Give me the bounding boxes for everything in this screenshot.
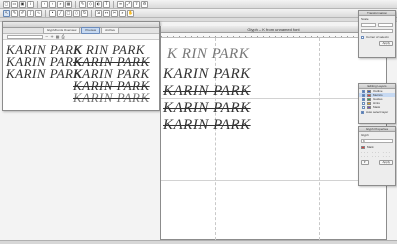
glyph-specimen-partial: K RIN PARK [167, 46, 250, 62]
preview-specimen-area: KARIN PARK KARIN PARK KARIN PARK K RIN P… [3, 40, 159, 111]
mark-color-swatch[interactable] [361, 145, 365, 149]
layer-label: Mask [373, 105, 381, 109]
status-bar [0, 240, 397, 244]
editing-layers-panel: Editing Layers Outline Metrics Guides Hints… [358, 83, 396, 124]
save-icon[interactable]: ▣ [19, 0, 26, 8]
layer-color-swatch [367, 93, 371, 97]
layer-icon[interactable]: ≡ [117, 0, 124, 8]
glyph-specimen-struck-line: KARIN PARK [163, 100, 251, 116]
info-icon[interactable]: i [27, 0, 34, 8]
brush-icon[interactable]: ∫ [27, 9, 34, 17]
tools-toolbar: ↖ ✎ ✐ ∫ ∿ • ╱ □ ○ ↻ ⇲ ↔ ✂ ⌕ ✋ [0, 9, 397, 18]
corner-checkbox[interactable] [361, 35, 364, 39]
back-icon[interactable]: ‹ [41, 0, 48, 8]
scale-percent-field[interactable] [361, 29, 393, 33]
layer-visibility-checkbox[interactable] [362, 101, 365, 105]
tab-archive[interactable]: Archive [101, 27, 120, 34]
layer-list: Outline Metrics Guides Hints Mask [359, 89, 395, 109]
settings-icon[interactable]: ⚙ [141, 0, 148, 8]
scale-label: Scale [361, 17, 369, 21]
scale-icon[interactable]: ⇲ [95, 9, 102, 17]
layer-color-swatch [367, 97, 371, 101]
glyph-specimen-line: KARIN PARK [163, 66, 251, 82]
layer-color-swatch [367, 89, 371, 93]
toolbar-separator [37, 0, 38, 8]
specimen-line: KARIN PARK [6, 66, 83, 81]
zoom-icon[interactable]: ⌕ [57, 0, 64, 8]
print-icon[interactable]: ⎙ [62, 34, 65, 39]
scale-y-field[interactable] [378, 23, 393, 27]
grid-icon[interactable]: ▦ [65, 0, 72, 8]
properties-menu-button[interactable]: ▾ [361, 159, 369, 165]
forward-icon[interactable]: › [49, 0, 56, 8]
shape-icon[interactable]: ◇ [87, 0, 94, 8]
workspace-canvas: Glyph/Fonts Overview Preview Archive − +… [0, 18, 397, 240]
vertical-guide [319, 38, 320, 240]
new-file-icon[interactable]: ▢ [3, 0, 10, 8]
glyph-specimen-struck-line: KARIN PARK [163, 117, 251, 133]
zoom-out-icon[interactable]: − [45, 34, 48, 39]
main-toolbar: ▢ ▭ ▣ i ‹ › ⌕ ▦ ✎ ◇ ◐ T ≡ ⤢ ⇪ ⚙ [0, 0, 397, 9]
baseline-guide [161, 180, 388, 181]
pen-icon[interactable]: ✎ [11, 9, 18, 17]
line-icon[interactable]: ╱ [57, 9, 64, 17]
auto-select-checkbox[interactable] [361, 110, 364, 114]
glyph-properties-panel: Glyph Properties Glyph K Mark · · · · · ·… [358, 126, 396, 186]
transformation-panel: Transformation Scale Corner of selectn A… [358, 10, 396, 58]
transformation-apply-button[interactable]: Apply [379, 40, 393, 46]
curve-icon[interactable]: ∿ [35, 9, 42, 17]
auto-select-label: Auto select layer [366, 110, 389, 114]
layer-color-swatch [367, 101, 371, 105]
layer-visibility-checkbox[interactable] [362, 93, 365, 97]
zoom-icon[interactable]: ⌕ [119, 9, 126, 17]
tab-preview[interactable]: Preview [81, 27, 101, 34]
glyph-canvas[interactable]: K RIN PARK KARIN PARK KARIN PARK KARIN P… [161, 38, 388, 240]
preview-text-field[interactable] [7, 34, 43, 39]
glyph-specimen-struck-line: KARIN PARK [163, 83, 251, 99]
glyph-metrics-grid: · · · · · · · · · · · · · · · · · · [361, 151, 390, 158]
font-preview-window: Glyph/Fonts Overview Preview Archive − +… [2, 21, 160, 111]
rectangle-icon[interactable]: □ [65, 9, 72, 17]
node-icon[interactable]: • [49, 9, 56, 17]
glyph-edit-window: Glyph – K from unnamed font K RIN PARK K… [160, 26, 388, 240]
mark-label: Mark [367, 145, 374, 149]
pencil-icon[interactable]: ✐ [19, 9, 26, 17]
glyph-window-title: Glyph – K from unnamed font [161, 26, 386, 33]
hand-icon[interactable]: ✋ [127, 9, 134, 17]
properties-apply-button[interactable]: Apply [379, 159, 393, 165]
layer-visibility-checkbox[interactable] [362, 97, 365, 101]
corner-of-selection-label: Corner of selectn [366, 35, 389, 39]
toolbar-separator [113, 0, 114, 8]
export-icon[interactable]: ⇪ [133, 0, 140, 8]
scale-x-field[interactable] [361, 23, 376, 27]
toolbar-separator [75, 0, 76, 8]
toolbar-separator [45, 9, 46, 17]
specimen-struck-line: KARIN PARK [73, 90, 150, 105]
glyph-name-label: Glyph [361, 133, 369, 137]
layer-visibility-checkbox[interactable] [362, 89, 365, 93]
fill-icon[interactable]: ◐ [95, 0, 102, 8]
toolbar-separator [91, 9, 92, 17]
zoom-in-icon[interactable]: + [50, 34, 53, 39]
layer-color-swatch [367, 105, 371, 109]
knife-icon[interactable]: ✂ [111, 9, 118, 17]
text-icon[interactable]: T [103, 0, 110, 8]
layer-visibility-checkbox[interactable] [362, 105, 365, 109]
measure-icon[interactable]: ↔ [103, 9, 110, 17]
pointer-icon[interactable]: ↖ [3, 9, 10, 17]
tab-glyph-fonts-overview[interactable]: Glyph/Fonts Overview [42, 27, 81, 34]
pen-icon[interactable]: ✎ [79, 0, 86, 8]
transform-icon[interactable]: ⤢ [125, 0, 132, 8]
glyph-name-field[interactable]: K [361, 139, 393, 143]
open-file-icon[interactable]: ▭ [11, 0, 18, 8]
grid-icon[interactable]: ▦ [56, 34, 60, 39]
ellipse-icon[interactable]: ○ [73, 9, 80, 17]
rotate-icon[interactable]: ↻ [81, 9, 88, 17]
